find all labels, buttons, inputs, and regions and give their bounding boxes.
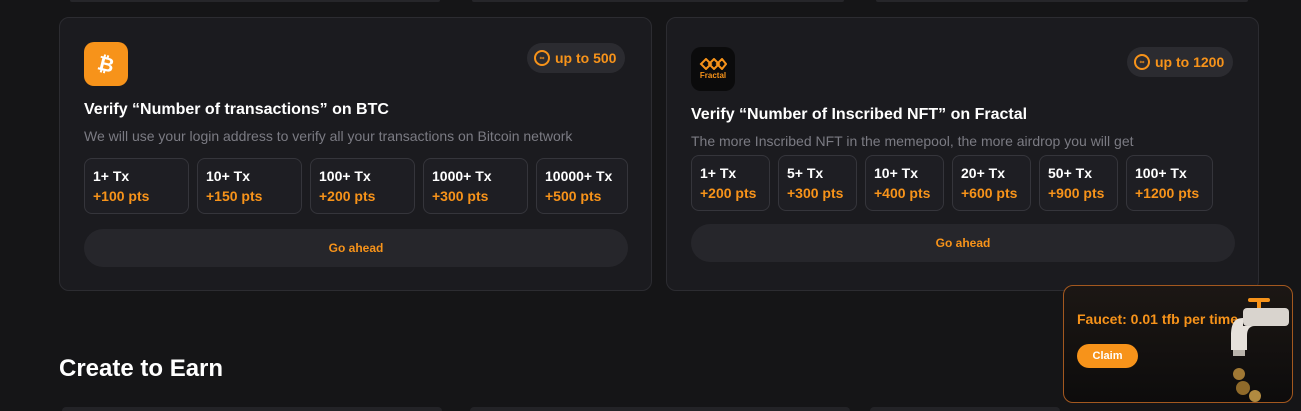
- tier-points: +200 pts: [700, 185, 757, 201]
- tier-label: 5+ Tx: [787, 165, 824, 181]
- points-coin-icon: ∞: [1134, 54, 1150, 70]
- go-ahead-button[interactable]: Go ahead: [84, 229, 628, 267]
- tier-points: +300 pts: [432, 188, 489, 204]
- previous-card-edge: [70, 0, 440, 2]
- card-description: We will use your login address to verify…: [84, 128, 573, 144]
- section-title: Create to Earn: [59, 355, 224, 382]
- svg-text:₿: ₿: [95, 51, 117, 77]
- next-card-edge: [470, 407, 850, 411]
- tier-label: 100+ Tx: [1135, 165, 1187, 181]
- fractal-logo-text: Fractal: [699, 71, 727, 80]
- tier-points: +150 pts: [206, 188, 263, 204]
- tier-points: +100 pts: [93, 188, 150, 204]
- tier-label: 1000+ Tx: [432, 168, 492, 184]
- faucet-text: Faucet: 0.01 tfb per time: [1077, 311, 1239, 327]
- points-badge: ∞ up to 500: [527, 43, 626, 73]
- tier-label: 10000+ Tx: [545, 168, 613, 184]
- tier-points: +500 pts: [545, 188, 602, 204]
- tier-label: 1+ Tx: [700, 165, 737, 181]
- tier-points: +600 pts: [961, 185, 1018, 201]
- tier-label: 10+ Tx: [206, 168, 250, 184]
- card-title: Verify “Number of Inscribed NFT” on Frac…: [691, 106, 1028, 123]
- tier-item: 100+ Tx +1200 pts: [1126, 155, 1213, 211]
- next-card-edge: [870, 407, 1060, 411]
- tier-list: 1+ Tx +100 pts 10+ Tx +150 pts 100+ Tx +…: [84, 158, 628, 214]
- previous-card-edge: [472, 0, 844, 2]
- tier-points: +200 pts: [319, 188, 376, 204]
- fractal-logo-icon: Fractal: [691, 47, 735, 91]
- faucet-widget: Faucet: 0.01 tfb per time Claim: [1063, 285, 1293, 403]
- btc-transactions-card: ₿ ∞ up to 500 Verify “Number of transact…: [59, 17, 652, 291]
- badge-label: up to 1200: [1155, 54, 1225, 70]
- faucet-tap-icon: [1231, 298, 1289, 402]
- bitcoin-icon: ₿: [84, 42, 128, 86]
- tier-points: +900 pts: [1048, 185, 1105, 201]
- tier-item: 100+ Tx +200 pts: [310, 158, 415, 214]
- badge-label: up to 500: [555, 50, 617, 66]
- tier-item: 20+ Tx +600 pts: [952, 155, 1031, 211]
- go-ahead-button[interactable]: Go ahead: [691, 224, 1235, 262]
- tier-points: +300 pts: [787, 185, 844, 201]
- tier-label: 100+ Tx: [319, 168, 371, 184]
- tier-points: +1200 pts: [1135, 185, 1200, 201]
- tier-label: 50+ Tx: [1048, 165, 1092, 181]
- tier-item: 1000+ Tx +300 pts: [423, 158, 528, 214]
- tier-item: 10+ Tx +400 pts: [865, 155, 944, 211]
- tier-item: 50+ Tx +900 pts: [1039, 155, 1118, 211]
- points-coin-icon: ∞: [534, 50, 550, 66]
- tier-item: 5+ Tx +300 pts: [778, 155, 857, 211]
- tier-label: 20+ Tx: [961, 165, 1005, 181]
- previous-card-edge: [876, 0, 1248, 2]
- claim-button[interactable]: Claim: [1077, 344, 1138, 368]
- tier-label: 10+ Tx: [874, 165, 918, 181]
- card-title: Verify “Number of transactions” on BTC: [84, 101, 389, 118]
- tier-label: 1+ Tx: [93, 168, 130, 184]
- card-description: The more Inscribed NFT in the memepool, …: [691, 133, 1134, 149]
- next-card-edge: [62, 407, 442, 411]
- tier-item: 10+ Tx +150 pts: [197, 158, 302, 214]
- fractal-inscribed-nft-card: Fractal ∞ up to 1200 Verify “Number of I…: [666, 17, 1259, 291]
- tier-item: 1+ Tx +200 pts: [691, 155, 770, 211]
- tier-item: 1+ Tx +100 pts: [84, 158, 189, 214]
- tier-item: 10000+ Tx +500 pts: [536, 158, 628, 214]
- tier-list: 1+ Tx +200 pts 5+ Tx +300 pts 10+ Tx +40…: [691, 155, 1213, 211]
- points-badge: ∞ up to 1200: [1127, 47, 1234, 77]
- tier-points: +400 pts: [874, 185, 931, 201]
